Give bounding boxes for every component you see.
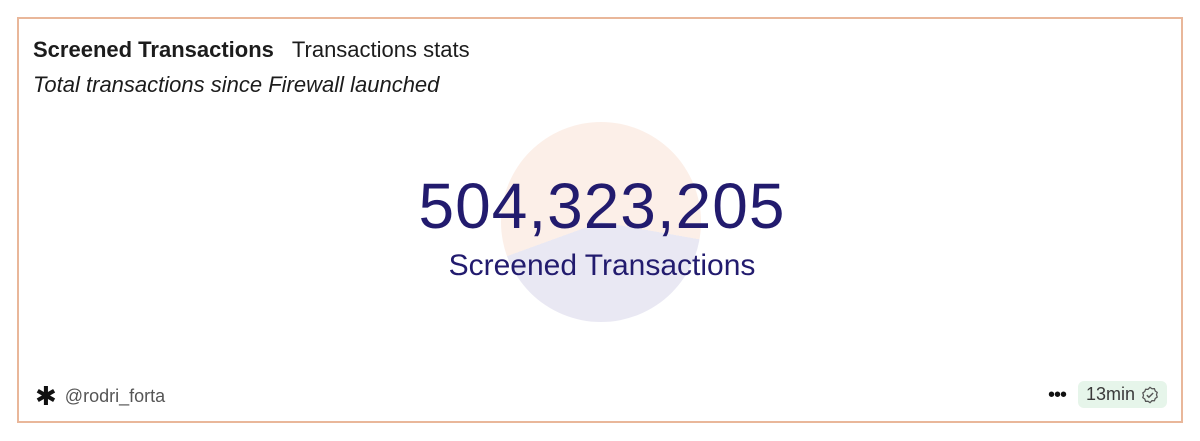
card-actions: ••• 13min: [1048, 381, 1167, 408]
metric-value: 504,323,205: [418, 170, 786, 242]
card-title: Screened Transactions: [33, 37, 274, 62]
dashboard-card: Screened Transactions Transactions stats…: [17, 17, 1183, 423]
refresh-time-label: 13min: [1085, 384, 1135, 404]
verified-check-icon: [1142, 386, 1158, 403]
author-info[interactable]: ✱ @rodri_forta: [35, 383, 165, 409]
author-name[interactable]: @rodri_forta: [65, 386, 165, 407]
card-description: Total transactions since Firewall launch…: [33, 72, 440, 97]
dashboard-name[interactable]: Transactions stats: [292, 37, 470, 63]
star-icon: ✱: [35, 381, 57, 411]
metric-label: Screened Transactions: [448, 249, 756, 282]
refresh-time-badge[interactable]: 13min: [1077, 381, 1167, 408]
card-header: Screened Transactions Transactions stats: [33, 37, 470, 63]
more-options-icon[interactable]: •••: [1048, 385, 1067, 405]
